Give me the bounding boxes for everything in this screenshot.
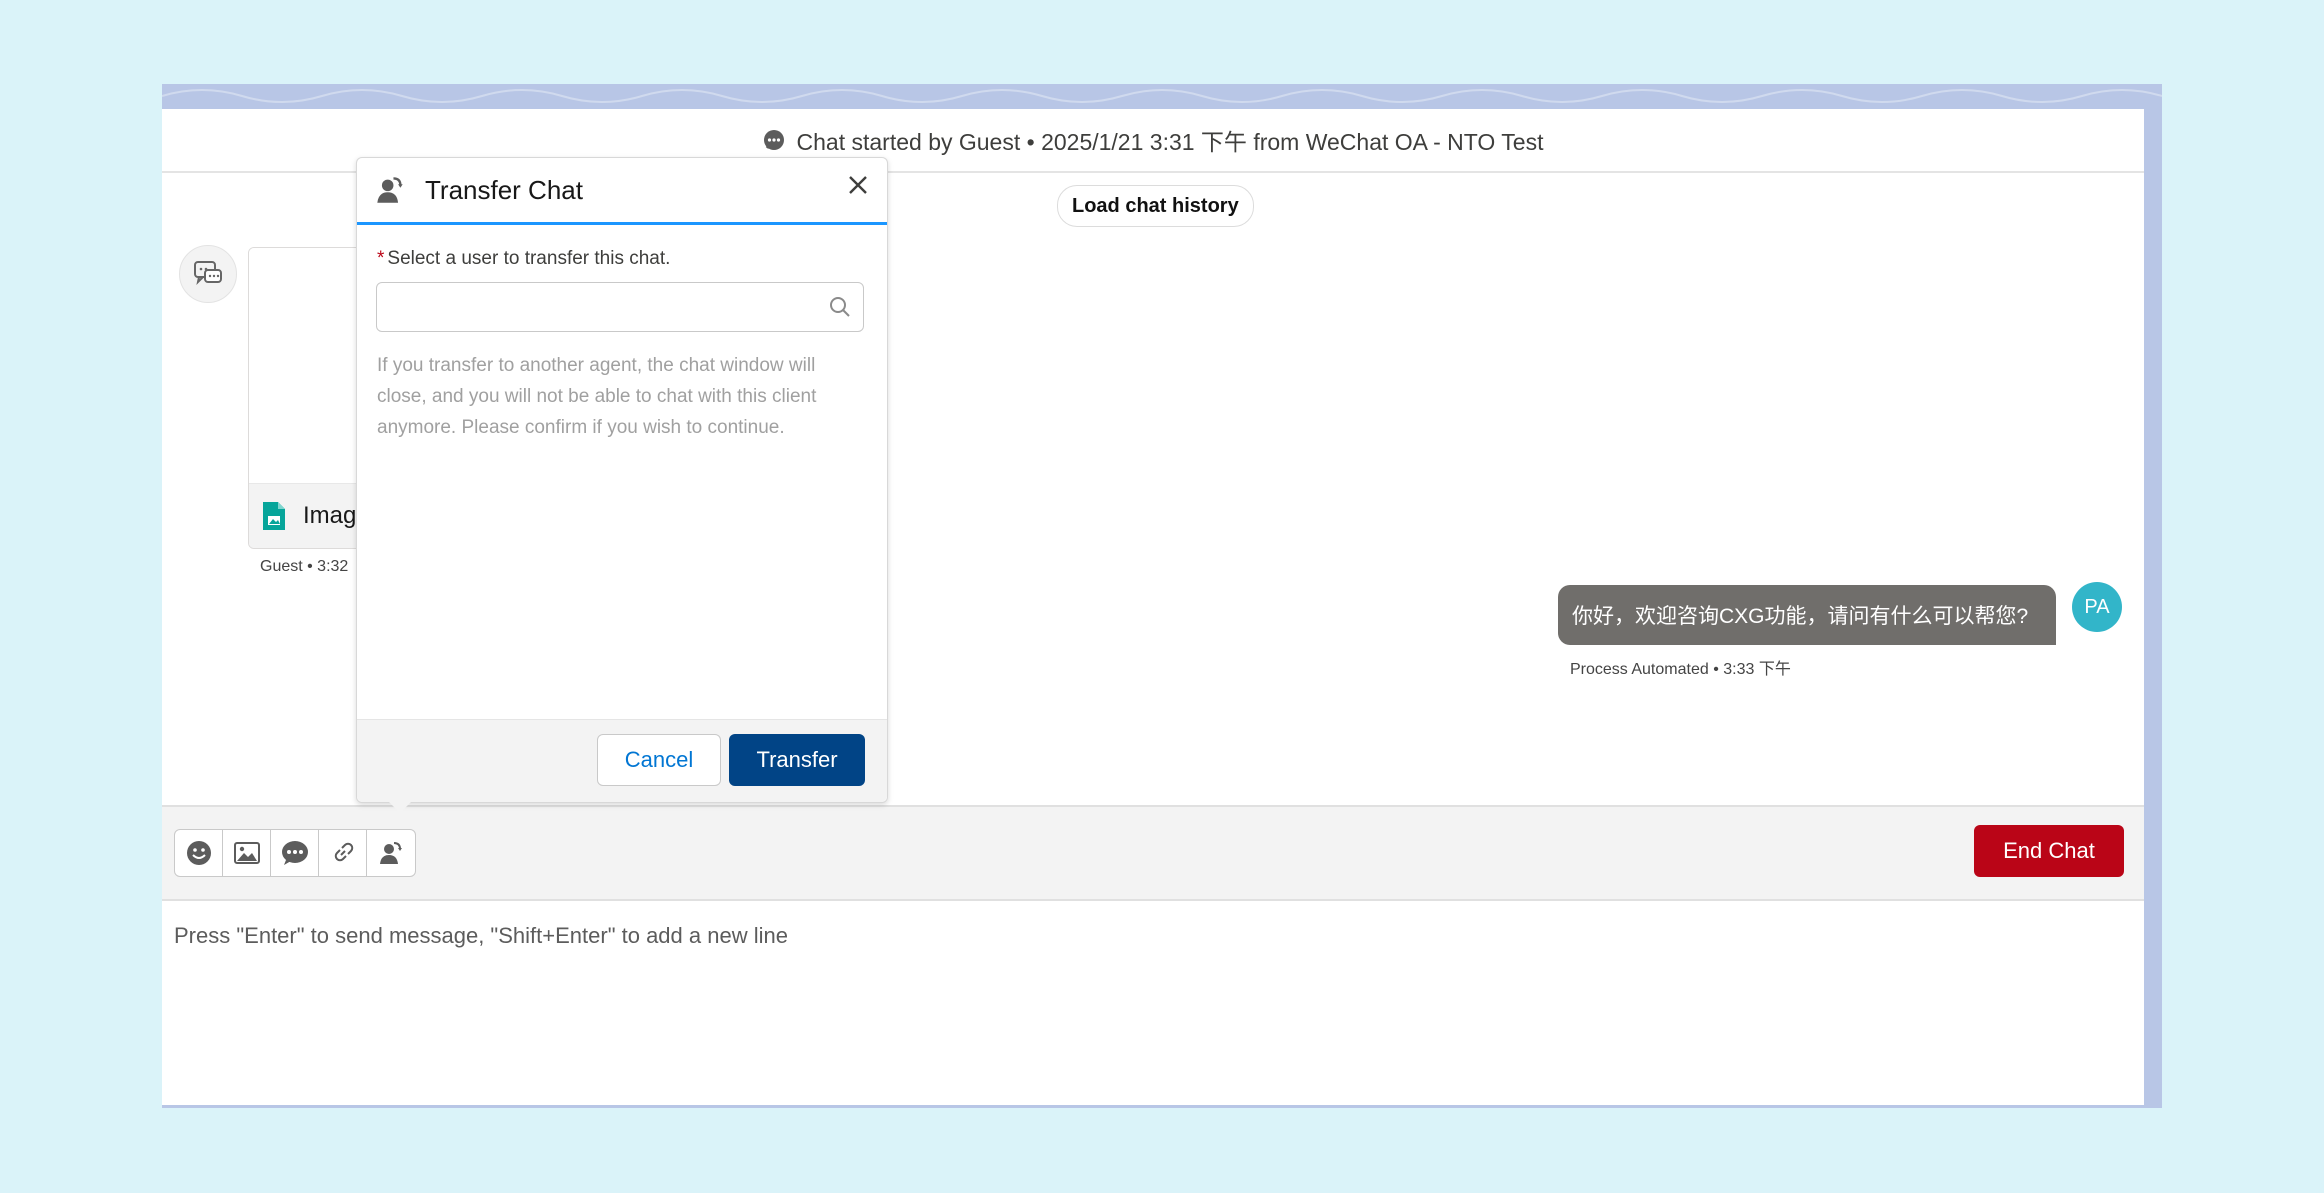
chat-bot-icon — [194, 261, 222, 286]
transfer-chat-header: Transfer Chat — [357, 158, 887, 225]
emoji-icon — [186, 841, 211, 865]
image-file-icon — [263, 502, 285, 530]
emoji-button[interactable] — [175, 830, 223, 876]
required-asterisk: * — [377, 248, 385, 269]
chat-toolbar: End Chat — [162, 805, 2144, 901]
transfer-icon — [377, 177, 403, 203]
transfer-chat-popover: Transfer Chat * Select a user to transfer… — [356, 157, 888, 803]
transfer-warning-note: If you transfer to another agent, the ch… — [377, 355, 817, 438]
chat-bubble-icon — [763, 130, 784, 150]
close-popover-button[interactable] — [843, 170, 873, 200]
guest-avatar — [179, 245, 237, 303]
transfer-user-label-text: Select a user to transfer this chat. — [387, 248, 671, 269]
chat-started-text: Chat started by Guest • 2025/1/21 3:31 下… — [796, 129, 1544, 155]
transfer-user-label: * Select a user to transfer this chat. — [377, 248, 670, 270]
agent-message-bubble: 你好，欢迎咨询CXG功能，请问有什么可以帮您? — [1558, 585, 2056, 645]
link-icon — [334, 842, 353, 862]
window-banner-pattern — [162, 89, 2162, 103]
quick-text-icon — [281, 841, 308, 865]
transfer-user-search-input[interactable] — [376, 282, 864, 332]
agent-message-meta: Process Automated • 3:33 下午 — [1570, 661, 1791, 678]
transfer-button[interactable]: Transfer — [729, 734, 865, 786]
image-button[interactable] — [223, 830, 271, 876]
image-icon — [233, 842, 260, 864]
transfer-icon — [380, 842, 402, 864]
transfer-chat-title: Transfer Chat — [425, 174, 583, 205]
cancel-button[interactable]: Cancel — [597, 734, 721, 786]
composer-placeholder: Press "Enter" to send message, "Shift+En… — [174, 923, 788, 948]
quick-text-button[interactable] — [271, 830, 319, 876]
toolbar-button-group — [174, 829, 416, 877]
end-chat-button[interactable]: End Chat — [1974, 825, 2124, 877]
load-chat-history-button[interactable]: Load chat history — [1057, 185, 1254, 227]
attachment-name: Imag — [303, 502, 357, 529]
transfer-popover-footer: Cancel Transfer — [357, 719, 887, 802]
close-icon — [849, 176, 867, 194]
search-icon — [830, 297, 850, 317]
agent-avatar: PA — [2072, 582, 2122, 632]
transfer-button-tool[interactable] — [367, 830, 415, 876]
popover-pointer — [386, 799, 414, 813]
link-button[interactable] — [319, 830, 367, 876]
guest-message-meta: Guest • 3:32 — [260, 558, 349, 575]
